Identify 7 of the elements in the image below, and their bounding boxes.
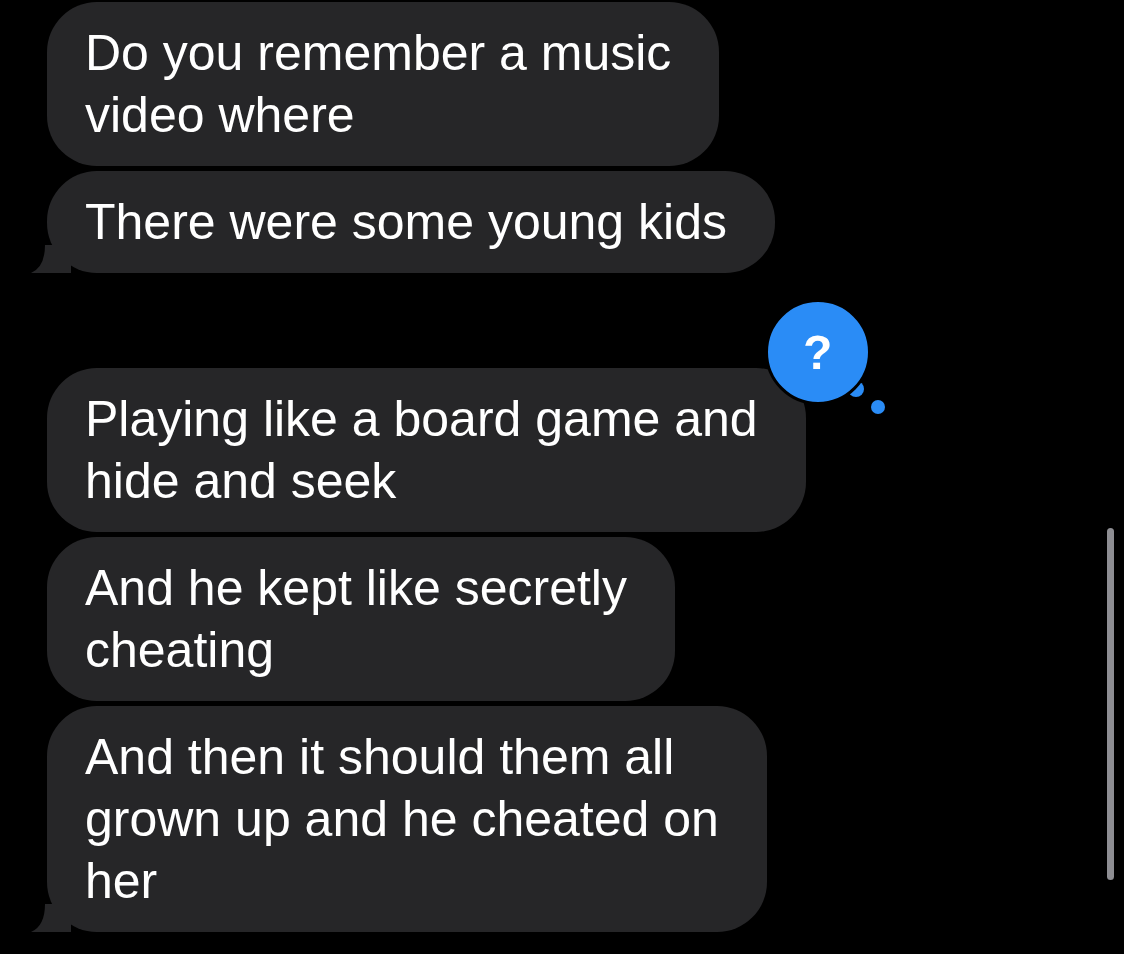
message-bubble: And then it should them all grown up and he cheated on her: [47, 706, 767, 932]
tapback-dot-icon: [870, 400, 885, 414]
message-bubble: Do you remember a music video where: [47, 2, 720, 166]
message-bubble: There were some young kids: [47, 171, 775, 273]
message-bubble: And he kept like secretly cheating: [47, 537, 675, 701]
message-bubble: Playing like a board game and hide and seek: [47, 368, 806, 532]
tapback-badge: ?: [764, 299, 871, 405]
